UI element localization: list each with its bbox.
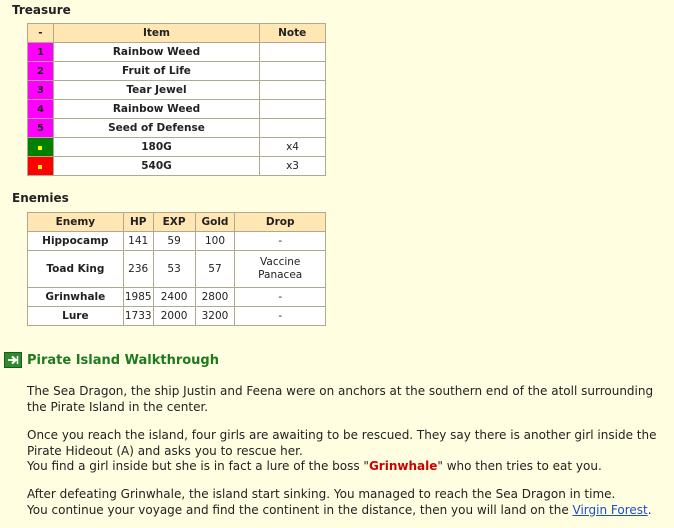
item-cell: Fruit of Life xyxy=(52,61,261,81)
item-cell: Rainbow Weed xyxy=(52,42,261,62)
table-row: Lure 1733 2000 3200 - xyxy=(27,306,326,326)
column-header: EXP xyxy=(152,212,196,232)
table-row: 180G x4 xyxy=(27,137,326,157)
table-row: Toad King 236 53 57 Vaccine Panacea xyxy=(27,250,326,288)
walkthrough-title: Pirate Island Walkthrough xyxy=(27,352,219,368)
table-row: 2 Fruit of Life xyxy=(27,61,326,81)
paragraph-text: Once you reach the island, four girls ar… xyxy=(27,428,657,458)
table-row: Grinwhale 1985 2400 2800 - xyxy=(27,287,326,307)
arrow-right-icon xyxy=(4,352,22,368)
column-header: HP xyxy=(122,212,154,232)
note-cell: x3 xyxy=(259,156,326,176)
column-header: Gold xyxy=(194,212,236,232)
exp-cell: 2400 xyxy=(152,287,196,307)
column-header: Item xyxy=(52,23,261,43)
drop-line: Panacea xyxy=(258,269,303,281)
text-run: " who then tries to eat you. xyxy=(437,459,602,473)
dot-icon xyxy=(38,164,43,169)
enemies-table: Enemy HP EXP Gold Drop Hippocamp 141 59 … xyxy=(27,212,326,326)
paragraph-text: After defeating Grinwhale, the island st… xyxy=(27,487,616,501)
item-cell: Seed of Defense xyxy=(52,118,261,138)
virgin-forest-link[interactable]: Virgin Forest xyxy=(573,503,648,517)
map-marker: 5 xyxy=(27,118,54,138)
dot-icon xyxy=(38,145,43,150)
map-marker: 4 xyxy=(27,99,54,119)
paragraph-text: You continue your voyage and find the co… xyxy=(27,503,667,519)
paragraph-text: The Sea Dragon, the ship Justin and Feen… xyxy=(27,384,654,414)
table-row: 540G x3 xyxy=(27,156,326,176)
gold-cell: 2800 xyxy=(194,287,236,307)
drop-line: Vaccine xyxy=(260,256,301,268)
table-row: Hippocamp 141 59 100 - xyxy=(27,231,326,251)
boss-name: Grinwhale xyxy=(27,287,124,307)
note-cell xyxy=(259,61,326,81)
boss-name-inline: Grinwhale xyxy=(368,459,438,473)
enemies-header-row: Enemy HP EXP Gold Drop xyxy=(27,212,326,232)
gold-marker-red xyxy=(27,156,54,176)
text-run: . xyxy=(647,502,652,517)
column-header: Note xyxy=(259,23,326,43)
column-header: Enemy xyxy=(27,212,124,232)
hp-cell: 236 xyxy=(122,250,154,288)
column-header: Drop xyxy=(234,212,326,232)
enemies-heading: Enemies xyxy=(12,191,69,205)
paragraph-text: You find a girl inside but she is in fac… xyxy=(27,459,667,475)
table-row: 4 Rainbow Weed xyxy=(27,99,326,119)
walkthrough-paragraph-2: Once you reach the island, four girls ar… xyxy=(27,428,667,475)
hp-cell: 1985 xyxy=(122,287,154,307)
map-marker: 2 xyxy=(27,61,54,81)
gold-cell: 57 xyxy=(194,250,236,288)
hp-cell: 1733 xyxy=(122,306,154,326)
map-marker: 3 xyxy=(27,80,54,100)
note-cell xyxy=(259,42,326,62)
walkthrough-paragraph-3: After defeating Grinwhale, the island st… xyxy=(27,487,667,518)
item-cell: Rainbow Weed xyxy=(52,99,261,119)
gold-cell: 3200 xyxy=(194,306,236,326)
treasure-table: - Item Note 1 Rainbow Weed 2 Fruit of Li… xyxy=(27,23,326,176)
table-row: 5 Seed of Defense xyxy=(27,118,326,138)
note-cell xyxy=(259,99,326,119)
item-cell: 180G xyxy=(52,137,261,157)
hp-cell: 141 xyxy=(122,231,154,251)
text-run: You continue your voyage and find the co… xyxy=(27,502,573,517)
exp-cell: 53 xyxy=(152,250,196,288)
enemy-name: Toad King xyxy=(27,250,124,288)
item-cell: Tear Jewel xyxy=(52,80,261,100)
column-header: - xyxy=(27,23,54,43)
exp-cell: 2000 xyxy=(152,306,196,326)
table-row: 3 Tear Jewel xyxy=(27,80,326,100)
enemy-name: Hippocamp xyxy=(27,231,124,251)
text-run: You find a girl inside but she is in fac… xyxy=(27,459,369,473)
note-cell: x4 xyxy=(259,137,326,157)
map-marker: 1 xyxy=(27,42,54,62)
walkthrough-heading: Pirate Island Walkthrough xyxy=(4,351,219,369)
item-cell: 540G xyxy=(52,156,261,176)
gold-cell: 100 xyxy=(194,231,236,251)
exp-cell: 59 xyxy=(152,231,196,251)
drop-cell: - xyxy=(234,287,326,307)
boss-name: Lure xyxy=(27,306,124,326)
note-cell xyxy=(259,80,326,100)
walkthrough-paragraph-1: The Sea Dragon, the ship Justin and Feen… xyxy=(27,384,667,415)
note-cell xyxy=(259,118,326,138)
treasure-heading: Treasure xyxy=(12,3,71,17)
treasure-header-row: - Item Note xyxy=(27,23,326,43)
table-row: 1 Rainbow Weed xyxy=(27,42,326,62)
drop-cell: - xyxy=(234,231,326,251)
drop-cell: Vaccine Panacea xyxy=(234,250,326,288)
gold-marker-green xyxy=(27,137,54,157)
drop-cell: - xyxy=(234,306,326,326)
